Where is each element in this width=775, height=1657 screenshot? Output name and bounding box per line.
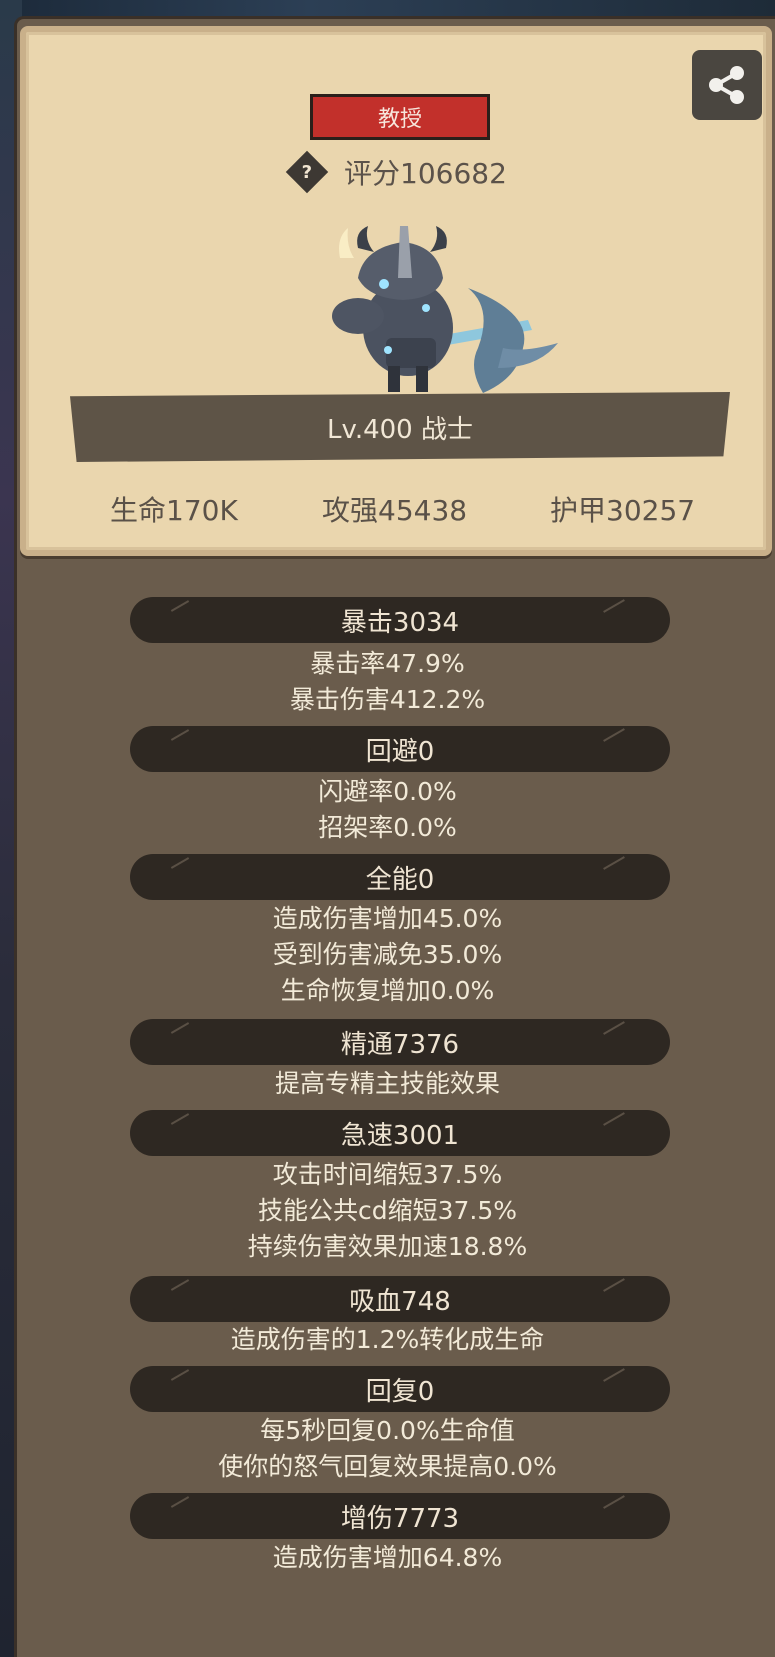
section-versatility: 全能0	[130, 854, 670, 900]
section-mastery: 精通7376	[130, 1019, 670, 1065]
score-label: 评分106682	[344, 157, 507, 190]
armor-stat: 护甲30257	[550, 494, 696, 527]
section-damage-bonus: 增伤7773	[130, 1493, 670, 1539]
stat-line: 暴击率47.9%	[310, 649, 465, 678]
stat-line: 使你的怒气回复效果提高0.0%	[218, 1452, 557, 1481]
stat-line: 招架率0.0%	[318, 813, 457, 842]
stat-line: 造成伤害的1.2%转化成生命	[230, 1325, 545, 1354]
section-title: 急速3001	[340, 1120, 460, 1151]
share-icon	[709, 66, 744, 104]
stat-line: 受到伤害减免35.0%	[272, 940, 503, 969]
stat-line: 技能公共cd缩短37.5%	[257, 1196, 518, 1225]
section-lifesteal: 吸血748	[130, 1276, 670, 1322]
section-haste: 急速3001	[130, 1110, 670, 1156]
attack-stat: 攻强45438	[322, 494, 468, 527]
stat-line: 造成伤害增加64.8%	[272, 1543, 503, 1572]
section-title: 回避0	[365, 736, 435, 767]
stat-line: 闪避率0.0%	[318, 777, 457, 806]
section-title: 暴击3034	[340, 607, 460, 638]
stat-line: 暴击伤害412.2%	[289, 685, 486, 714]
section-title: 全能0	[365, 864, 435, 895]
level-class-label: Lv.400 战士	[326, 414, 473, 445]
stat-line: 每5秒回复0.0%生命值	[260, 1416, 515, 1445]
stat-line: 攻击时间缩短37.5%	[272, 1160, 503, 1189]
stat-line: 持续伤害效果加速18.8%	[247, 1232, 528, 1261]
hp-stat: 生命170K	[110, 494, 238, 527]
question-icon[interactable]: ?	[285, 150, 329, 194]
stat-line: 提高专精主技能效果	[274, 1069, 500, 1098]
share-button[interactable]	[692, 50, 762, 120]
section-regen: 回复0	[130, 1366, 670, 1412]
section-dodge: 回避0	[130, 726, 670, 772]
section-title: 增伤7773	[340, 1503, 460, 1534]
hero-portrait	[332, 226, 558, 393]
stat-line: 生命恢复增加0.0%	[280, 976, 495, 1005]
rank-badge: 教授	[310, 94, 490, 140]
section-title: 回复0	[365, 1376, 435, 1407]
section-crit: 暴击3034	[130, 597, 670, 643]
section-title: 吸血748	[349, 1286, 451, 1317]
score-row: ? 评分106682	[285, 150, 507, 194]
stat-line: 造成伤害增加45.0%	[272, 904, 503, 933]
level-class-bar: Lv.400 战士	[70, 392, 730, 462]
section-title: 精通7376	[340, 1029, 460, 1060]
